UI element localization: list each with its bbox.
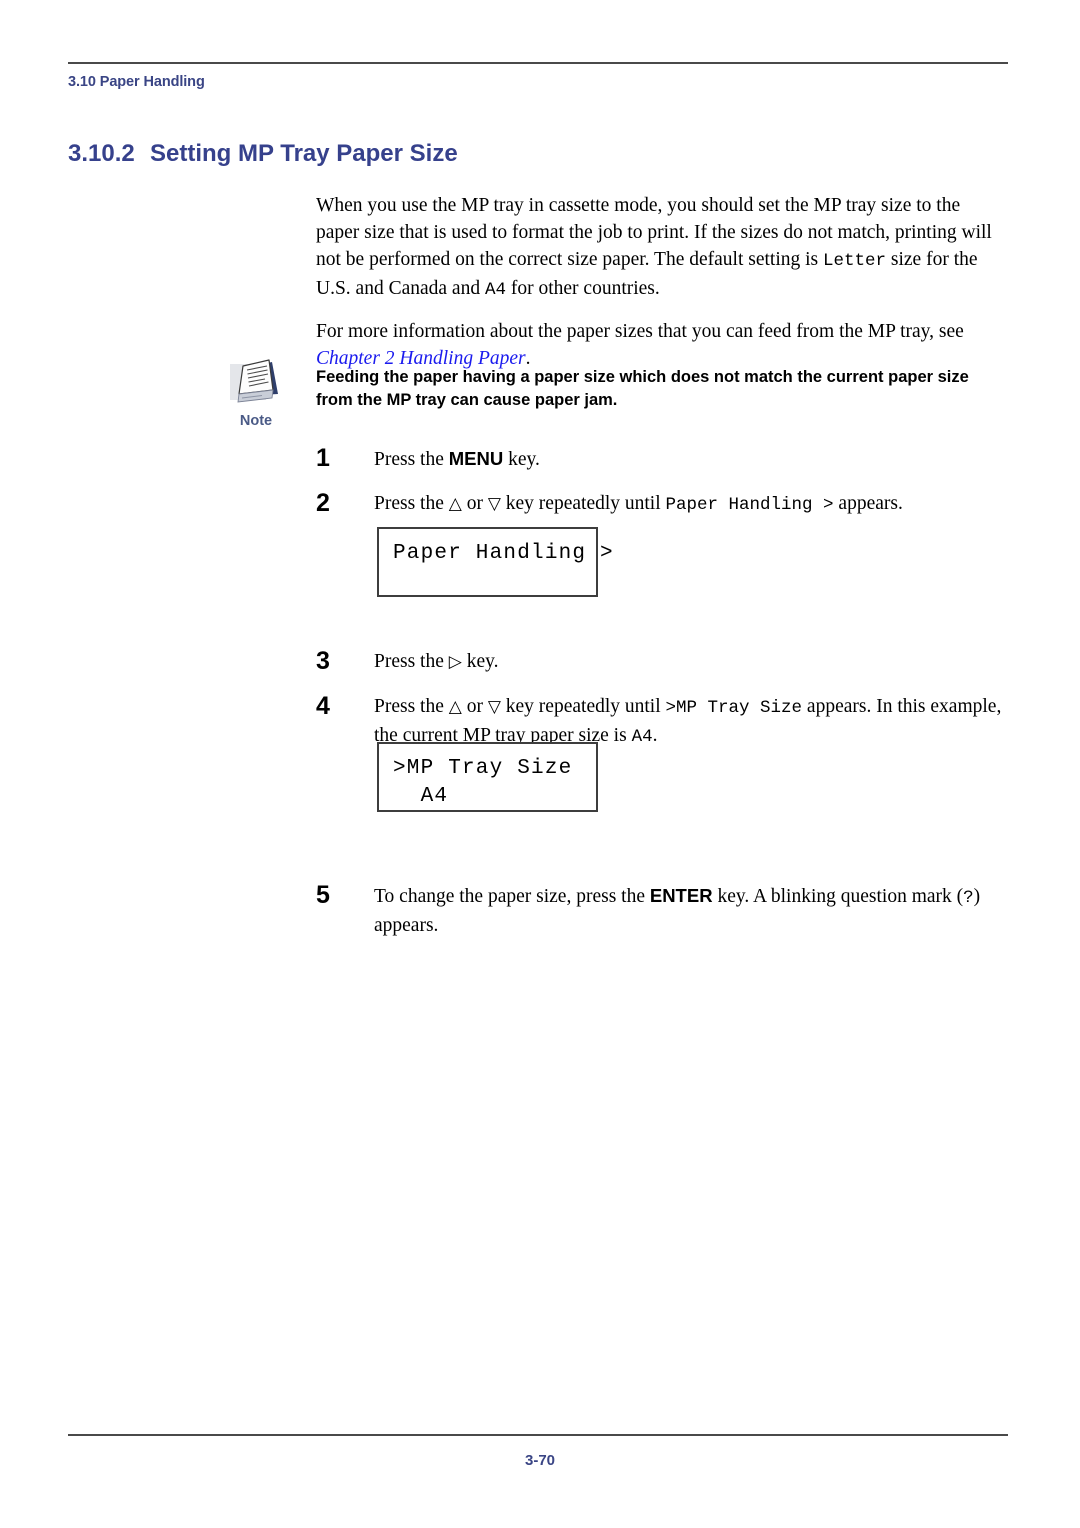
document-page: 3.10 Paper Handling 3.10.2 Setting MP Tra… bbox=[0, 0, 1080, 1528]
crossref-text-a: For more information about the paper siz… bbox=[316, 321, 964, 342]
note-text: Feeding the paper having a paper size wh… bbox=[316, 368, 969, 409]
note-document-icon bbox=[230, 359, 278, 403]
question-mark-code: ? bbox=[963, 888, 974, 908]
triangle-down-icon: ▽ bbox=[487, 494, 501, 514]
step4-text-mid: or bbox=[461, 696, 488, 717]
step-5: 5 To change the paper size, press the EN… bbox=[316, 881, 1016, 939]
page-number: 3-70 bbox=[524, 1452, 556, 1469]
step3-text-a: Press the bbox=[374, 651, 449, 672]
step-number: 1 bbox=[316, 444, 330, 472]
header-rule bbox=[68, 62, 1008, 64]
step5-text-b: key. A blinking question mark ( bbox=[712, 886, 964, 907]
step-text: Press the MENU key. bbox=[374, 444, 1016, 473]
intro-text-c: for other countries. bbox=[505, 278, 660, 299]
note-label: Note bbox=[239, 413, 273, 429]
section-number: 3.10.2 bbox=[68, 140, 135, 167]
step2-text-mid: or bbox=[461, 493, 488, 514]
enter-key-label: ENTER bbox=[649, 885, 713, 906]
section-title: Setting MP Tray Paper Size bbox=[150, 140, 458, 167]
page-title: 3.10.2 Setting MP Tray Paper Size bbox=[68, 140, 458, 168]
triangle-up-icon: △ bbox=[448, 697, 462, 717]
step5-text-a: To change the paper size, press the bbox=[374, 886, 650, 907]
step-number: 4 bbox=[316, 692, 330, 720]
default-size-a4: A4 bbox=[484, 280, 506, 300]
note-block: Note bbox=[218, 358, 294, 429]
step4-size-code: A4 bbox=[631, 727, 653, 747]
lcd-2-line-1: >MP Tray Size bbox=[393, 757, 573, 780]
lcd-panel-mp-tray-size: >MP Tray Size A4 bbox=[377, 742, 598, 812]
step4-text-b: key repeatedly until bbox=[500, 696, 666, 717]
triangle-up-icon: △ bbox=[448, 494, 462, 514]
step2-text-a: Press the bbox=[374, 493, 449, 514]
lcd-1-line-1: Paper Handling > bbox=[393, 542, 614, 565]
step1-text-b: key. bbox=[503, 449, 540, 470]
crossref-paragraph: For more information about the paper siz… bbox=[316, 318, 992, 372]
running-head: 3.10 Paper Handling bbox=[68, 74, 205, 90]
step-number: 5 bbox=[316, 881, 330, 909]
lcd-panel-paper-handling: Paper Handling > bbox=[377, 527, 613, 597]
step1-text-a: Press the bbox=[374, 449, 449, 470]
default-size-letter: Letter bbox=[823, 251, 887, 271]
step2-display-code: Paper Handling > bbox=[665, 495, 834, 515]
step2-text-c: appears. bbox=[833, 493, 903, 514]
triangle-down-icon: ▽ bbox=[487, 697, 501, 717]
step-list: 1 Press the MENU key. 2 Press the △ or ▽… bbox=[316, 444, 1016, 947]
step-text: Press the △ or ▽ key repeatedly until Pa… bbox=[374, 489, 1016, 519]
triangle-right-icon: ▷ bbox=[448, 652, 462, 672]
step-text: To change the paper size, press the ENTE… bbox=[374, 881, 1016, 939]
body-column: When you use the MP tray in cassette mod… bbox=[316, 192, 992, 386]
lcd-2-line-2: A4 bbox=[393, 785, 449, 808]
step-2: 2 Press the △ or ▽ key repeatedly until … bbox=[316, 489, 1016, 519]
step-text: Press the ▷ key. bbox=[374, 647, 1016, 676]
step-1: 1 Press the MENU key. bbox=[316, 444, 1016, 474]
step-number: 2 bbox=[316, 489, 330, 517]
step-number: 3 bbox=[316, 647, 330, 675]
step4-text-a: Press the bbox=[374, 696, 449, 717]
step-3: 3 Press the ▷ key. bbox=[316, 647, 1016, 677]
step2-text-b: key repeatedly until bbox=[500, 493, 666, 514]
step4-text-d: . bbox=[652, 725, 658, 746]
step4-display-code: >MP Tray Size bbox=[665, 698, 803, 718]
menu-key-label: MENU bbox=[448, 448, 504, 469]
step3-text-b: key. bbox=[461, 651, 499, 672]
footer-rule bbox=[68, 1434, 1008, 1436]
intro-paragraph: When you use the MP tray in cassette mod… bbox=[316, 192, 992, 304]
